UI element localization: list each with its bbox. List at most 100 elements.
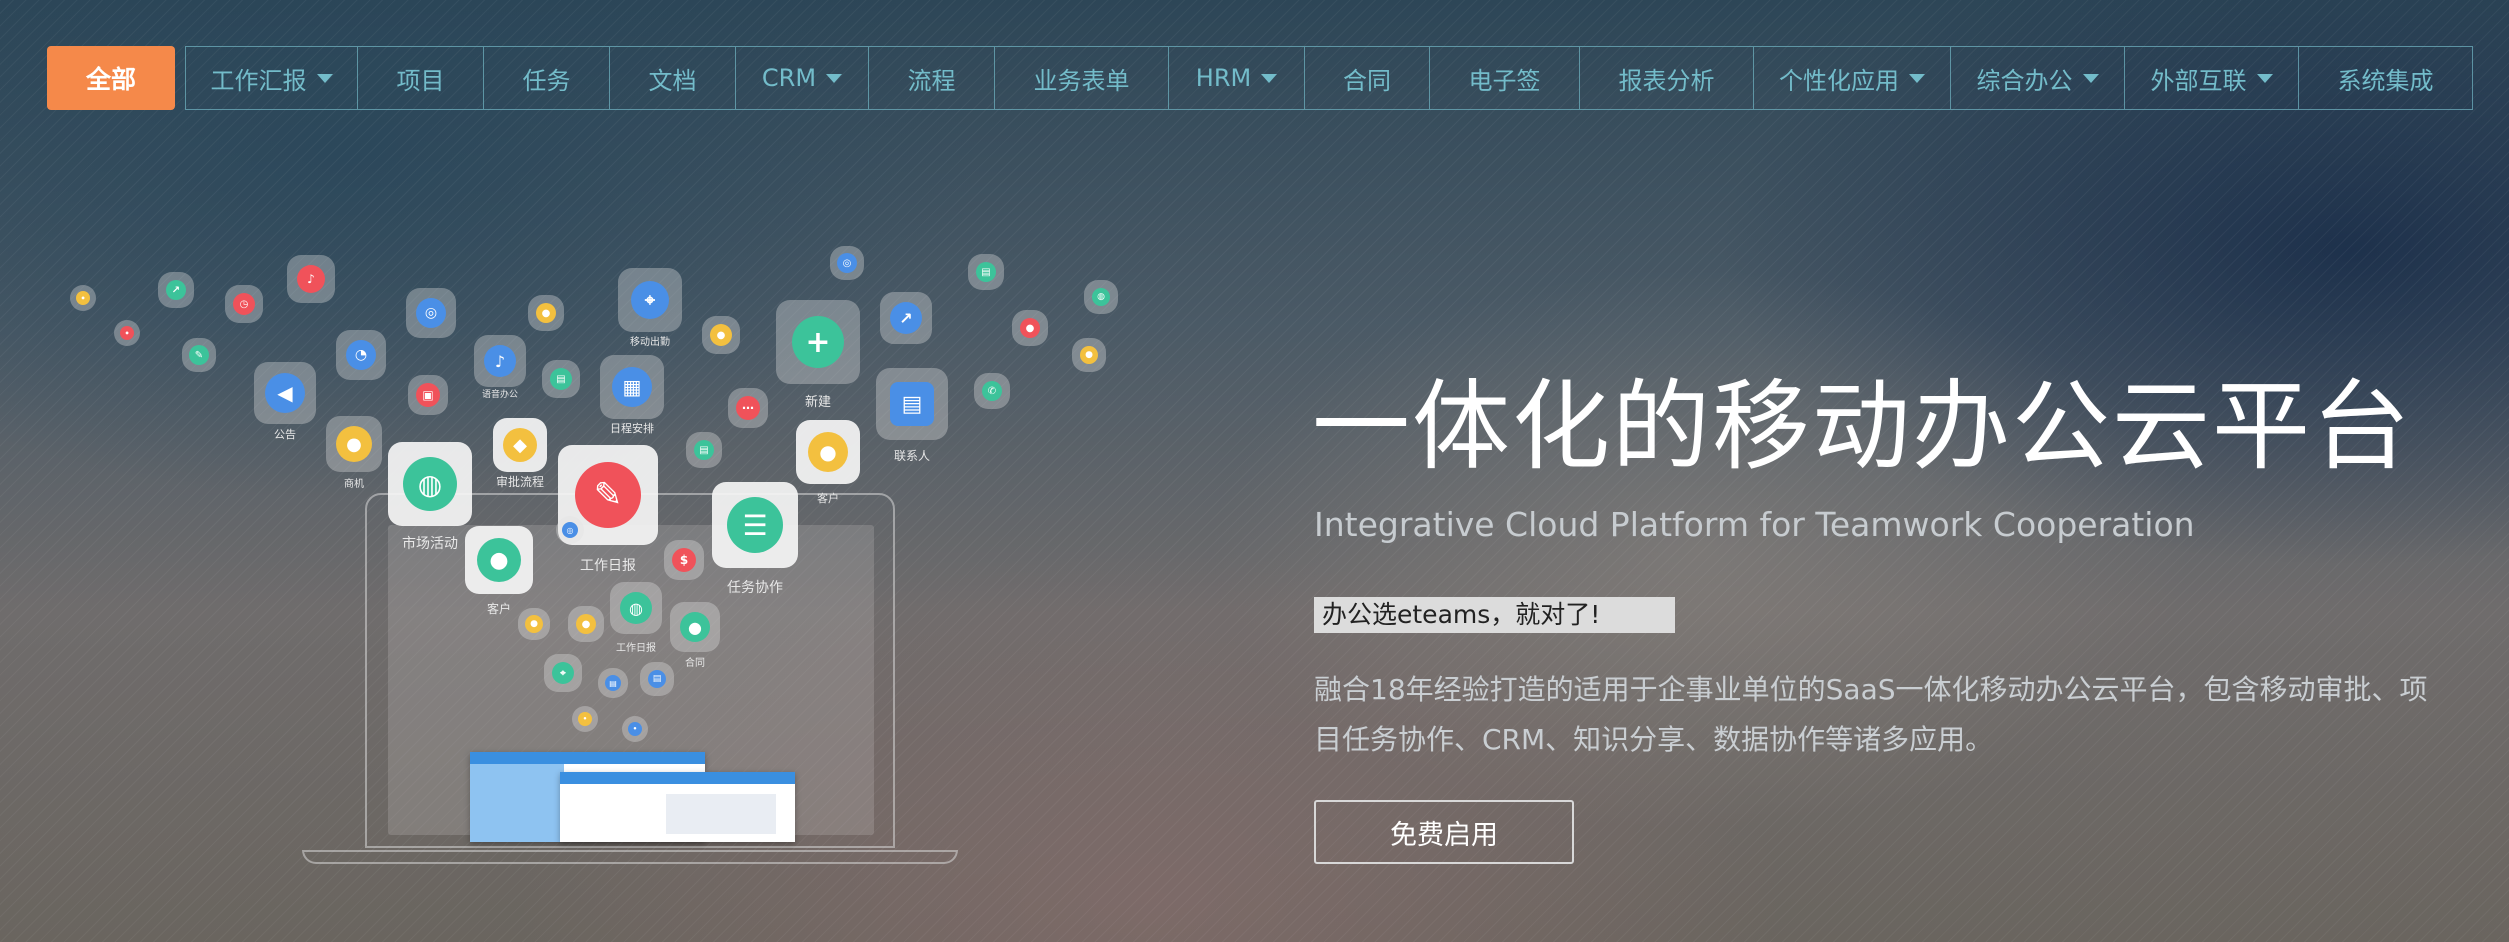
chevron-down-icon bbox=[2256, 73, 2273, 83]
nav-item-report-analysis[interactable]: 报表分析 bbox=[1580, 47, 1754, 109]
coin-icon: ● bbox=[336, 426, 372, 462]
nav-item-work-report[interactable]: 工作汇报 bbox=[186, 47, 358, 109]
nav-item-crm[interactable]: CRM bbox=[736, 47, 869, 109]
more-icon: ⋯ bbox=[736, 396, 760, 420]
tile-decor: • bbox=[70, 285, 96, 311]
tile-decor: • bbox=[114, 320, 140, 346]
coin-icon: ● bbox=[536, 303, 556, 323]
nav-item-process[interactable]: 流程 bbox=[869, 47, 995, 109]
hero-tagline: 办公选eteams，就对了! bbox=[1314, 597, 1675, 633]
target-icon: ◎ bbox=[416, 298, 446, 328]
tile-decor: ● bbox=[568, 606, 604, 642]
location-icon: ⌖ bbox=[552, 662, 574, 684]
doc-icon: ▤ bbox=[976, 262, 996, 282]
label-new: 新建 bbox=[804, 395, 832, 410]
speaker-icon: ◀ bbox=[265, 373, 305, 413]
target-icon: ◎ bbox=[837, 253, 857, 273]
label-voice: 语音办公 bbox=[481, 390, 519, 400]
tile-decor: • bbox=[622, 716, 648, 742]
tile-contacts: ▤ bbox=[876, 368, 948, 440]
nav-item-docs[interactable]: 文档 bbox=[610, 47, 736, 109]
coin-icon: ● bbox=[710, 324, 732, 346]
label-announcement: 公告 bbox=[274, 428, 296, 441]
nav-item-contract[interactable]: 合同 bbox=[1305, 47, 1430, 109]
tile-customer-small: ● bbox=[796, 420, 860, 484]
tile-decor: ▣ bbox=[408, 375, 448, 415]
clock-icon: ◷ bbox=[233, 293, 255, 315]
tile-decor: ◎ bbox=[556, 516, 584, 544]
tile-work-log: ◍ bbox=[610, 582, 662, 634]
tile-voice: ♪ bbox=[474, 335, 526, 387]
nav-item-business-form[interactable]: 业务表单 bbox=[995, 47, 1169, 109]
nav-item-integration[interactable]: 系统集成 bbox=[2299, 47, 2472, 109]
globe-icon: ◍ bbox=[620, 592, 652, 624]
tile-decor: ✆ bbox=[974, 373, 1010, 409]
tile-decor: ▤ bbox=[686, 432, 722, 468]
label-customer: 客户 bbox=[486, 602, 512, 616]
coin-icon: ● bbox=[576, 614, 596, 634]
layers-icon: ◆ bbox=[503, 428, 537, 462]
tile-decor: ● bbox=[702, 316, 740, 354]
nav-item-general-office[interactable]: 综合办公 bbox=[1951, 47, 2125, 109]
tile-decor: ◎ bbox=[830, 246, 864, 280]
label-daily-report: 工作日报 bbox=[580, 558, 636, 574]
nav-item-external[interactable]: 外部互联 bbox=[2125, 47, 2299, 109]
tile-decor: ▤ bbox=[542, 360, 580, 398]
dot-icon: • bbox=[628, 722, 642, 736]
dollar-icon: $ bbox=[672, 548, 696, 572]
nav-item-hrm[interactable]: HRM bbox=[1169, 47, 1305, 109]
label-work-log: 工作日报 bbox=[616, 643, 656, 654]
tile-announcement: ◀ bbox=[254, 362, 316, 424]
label-phone: 商机 bbox=[344, 479, 364, 490]
chevron-down-icon bbox=[1909, 73, 1925, 83]
pencil-icon: ✎ bbox=[189, 345, 209, 365]
nav-item-project[interactable]: 项目 bbox=[358, 47, 484, 109]
category-nav: 全部 工作汇报 项目 任务 文档 CRM 流程 业务表单 HRM 合同 电子签 … bbox=[47, 46, 2473, 110]
hero-subtitle: Integrative Cloud Platform for Teamwork … bbox=[1314, 505, 2195, 544]
nav-item-task[interactable]: 任务 bbox=[484, 47, 610, 109]
nav-item-all[interactable]: 全部 bbox=[47, 46, 175, 110]
tile-decor: ◔ bbox=[336, 330, 386, 380]
location-icon: ⌖ bbox=[631, 281, 669, 319]
tile-decor: ⋯ bbox=[728, 388, 768, 428]
hero-description: 融合18年经验打造的适用于企事业单位的SaaS一体化移动办公云平台，包含移动审批… bbox=[1314, 673, 2428, 756]
tile-decor: ↗ bbox=[880, 292, 932, 344]
contacts-icon: ▤ bbox=[890, 382, 934, 426]
tile-decor: ◷ bbox=[225, 285, 263, 323]
nav-group: 工作汇报 项目 任务 文档 CRM 流程 业务表单 HRM 合同 电子签 报表分… bbox=[185, 46, 2473, 110]
doc-icon: ▤ bbox=[550, 368, 572, 390]
tile-decor: ◎ bbox=[406, 288, 456, 338]
user-icon: ● bbox=[477, 538, 521, 582]
microphone-icon: ♪ bbox=[484, 345, 516, 377]
label-mobile-out: 移动出勤 bbox=[630, 337, 670, 348]
dot-icon: • bbox=[120, 326, 134, 340]
tile-decor: ↗ bbox=[158, 272, 194, 308]
tile-decor: ▤ bbox=[968, 254, 1004, 290]
tile-contract: ● bbox=[670, 602, 720, 652]
tile-new: + bbox=[776, 300, 860, 384]
tile-approval: ◆ bbox=[493, 418, 547, 472]
phone-icon: ✆ bbox=[982, 381, 1002, 401]
list-icon: ☰ bbox=[727, 497, 783, 553]
free-trial-button[interactable]: 免费启用 bbox=[1314, 800, 1574, 864]
tile-decor: ● bbox=[518, 608, 550, 640]
tile-decor: $ bbox=[664, 540, 704, 580]
tile-decor: • bbox=[572, 706, 598, 732]
target-icon: ◎ bbox=[562, 522, 578, 538]
nav-item-esign[interactable]: 电子签 bbox=[1430, 47, 1580, 109]
tile-decor: ♪ bbox=[287, 255, 335, 303]
nav-item-custom-apps[interactable]: 个性化应用 bbox=[1754, 47, 1951, 109]
chevron-down-icon bbox=[2082, 73, 2099, 83]
tile-decor: ◍ bbox=[1084, 280, 1118, 314]
tile-decor: ● bbox=[1012, 310, 1048, 346]
tile-decor: ● bbox=[1072, 338, 1106, 372]
tile-task-collab: ☰ bbox=[712, 482, 798, 568]
chevron-down-icon bbox=[1261, 73, 1278, 83]
app-screenshot bbox=[560, 772, 795, 842]
label-customer-small: 客户 bbox=[817, 492, 839, 505]
label-contract: 合同 bbox=[685, 658, 705, 669]
chart-icon: ↗ bbox=[166, 280, 186, 300]
tile-phone: ● bbox=[326, 416, 382, 472]
chevron-down-icon bbox=[826, 73, 843, 83]
hero-illustration: ✎ 工作日报 ☰ 任务协作 ◍ 市场活动 ● 客户 ◆ 审批流程 ▦ 日程安排 … bbox=[0, 220, 1230, 900]
